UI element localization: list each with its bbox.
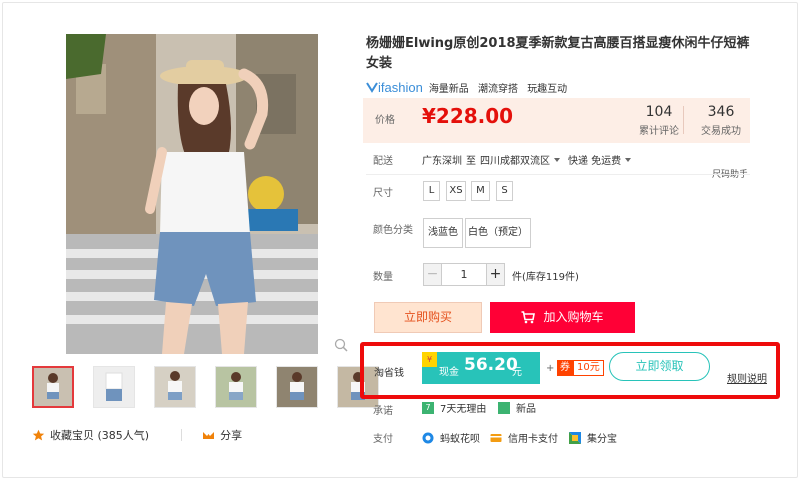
promise-item[interactable]: 新品 — [498, 400, 536, 415]
jifenbao-icon — [569, 431, 581, 444]
cart-icon — [521, 311, 536, 324]
payment-label: 支付 — [373, 434, 393, 445]
product-title: 杨姗姗Elwing原创2018夏季新款复古高腰百搭显瘦休闲牛仔短裤女装 — [366, 36, 750, 71]
divider — [683, 106, 684, 134]
chevron-down-icon[interactable] — [625, 157, 632, 162]
claim-now-button[interactable]: 立即领取 — [609, 352, 710, 381]
huabei-icon — [422, 432, 434, 444]
sales-count: 346 交易成功 — [701, 104, 741, 137]
color-option-white[interactable]: 白色（预定） — [465, 218, 531, 248]
divider — [366, 174, 750, 175]
seven-day-icon: 7 — [422, 401, 434, 414]
promise-item[interactable]: 7 7天无理由 — [422, 400, 486, 415]
price-value: ¥228.00 — [422, 104, 514, 128]
add-to-cart-button[interactable]: 加入购物车 — [490, 302, 635, 333]
shipping-row: 广东深圳 至 四川成都双流区 快递 免运费 — [422, 152, 639, 167]
taoshengqian-box: 淘省钱 ¥ 现金 56.20 元 + 券 10元 立即领取 规则说明 — [360, 342, 780, 399]
ship-from: 广东深圳 — [422, 156, 462, 167]
thumbnail-3[interactable] — [154, 366, 196, 408]
coupon-badge: 券 10元 — [557, 360, 604, 376]
shipping-method[interactable]: 快递 免运费 — [568, 152, 621, 167]
thumbnail-4[interactable] — [215, 366, 257, 408]
new-item-icon — [498, 401, 510, 414]
favorite-share-row: 收藏宝贝 (385人气) 分享 — [32, 427, 242, 443]
coupon-value: 10元 — [573, 360, 604, 376]
size-option-s[interactable]: S — [496, 181, 513, 201]
thumbnail-2[interactable] — [93, 366, 135, 408]
cash-reward-card: ¥ 现金 56.20 元 — [422, 352, 540, 384]
cash-label: 现金 — [439, 367, 459, 378]
brand-tag: 潮流穿搭 — [478, 84, 518, 95]
thumbnail-strip — [32, 366, 379, 410]
brand-tag: 海量新品 — [428, 84, 469, 95]
increment-button[interactable]: + — [486, 263, 505, 286]
star-icon — [32, 429, 45, 442]
promise-label: 承诺 — [373, 406, 393, 417]
quantity-stepper: − 1 + — [423, 263, 505, 286]
review-count[interactable]: 104 累计评论 — [639, 102, 679, 137]
stock-text: 件(库存119件) — [512, 272, 579, 283]
price-label: 价格 — [375, 115, 395, 126]
color-label: 颜色分类 — [373, 225, 413, 236]
coin-icon: ¥ — [422, 352, 437, 367]
thumbnail-1[interactable] — [32, 366, 74, 408]
main-product-image[interactable] — [66, 34, 318, 354]
payment-option[interactable]: 信用卡支付 — [490, 430, 558, 445]
ifashion-logo[interactable]: ifashion — [366, 80, 423, 95]
zoom-icon[interactable] — [334, 337, 348, 352]
size-option-m[interactable]: M — [471, 181, 490, 201]
color-option-light-blue[interactable]: 浅蓝色 — [423, 218, 463, 248]
brand-row: ifashion 海量新品 潮流穿搭 玩趣互动 — [366, 80, 573, 95]
quantity-label: 数量 — [373, 272, 393, 283]
chevron-down-icon[interactable] — [554, 157, 560, 162]
ship-to-select[interactable]: 四川成都双流区 — [480, 152, 550, 167]
quantity-input[interactable]: 1 — [442, 263, 486, 286]
payment-option[interactable]: 集分宝 — [569, 430, 617, 445]
share-link[interactable]: 分享 — [220, 427, 242, 443]
ship-to-word: 至 — [466, 156, 476, 167]
cash-amount: 56.20 — [464, 355, 518, 375]
favorite-link[interactable]: 收藏宝贝 (385人气) — [50, 427, 149, 443]
shipping-label: 配送 — [373, 156, 393, 167]
brand-tag: 玩趣互动 — [527, 84, 568, 95]
cash-unit: 元 — [512, 367, 522, 378]
rules-link[interactable]: 规则说明 — [727, 370, 767, 385]
plus-sign: + — [546, 363, 555, 374]
size-label: 尺寸 — [373, 188, 393, 199]
thumbnail-5[interactable] — [276, 366, 318, 408]
size-option-l[interactable]: L — [423, 181, 440, 201]
taoshengqian-label: 淘省钱 — [374, 368, 404, 379]
credit-card-icon — [490, 432, 502, 444]
coupon-tag: 券 — [557, 360, 573, 376]
size-option-xs[interactable]: XS — [446, 181, 466, 201]
divider — [181, 429, 183, 441]
price-box: 价格 ¥228.00 104 累计评论 346 交易成功 — [363, 98, 750, 143]
payment-option[interactable]: 蚂蚁花呗 — [422, 430, 480, 445]
buy-now-button[interactable]: 立即购买 — [374, 302, 482, 333]
share-icon — [202, 429, 215, 442]
decrement-button[interactable]: − — [423, 263, 442, 286]
